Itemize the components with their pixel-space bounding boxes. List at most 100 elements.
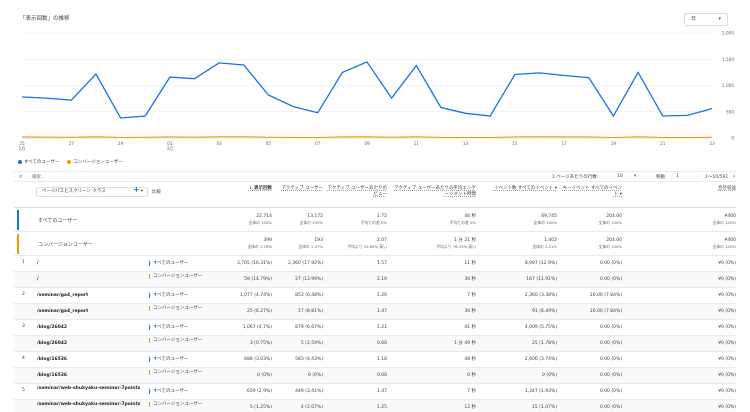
cell-value: 0.00 (0%) xyxy=(599,277,622,282)
table-cell: ¥400 全体の 100% xyxy=(710,214,736,226)
chart-title: 「表示回数」の推移 xyxy=(20,16,70,22)
column-header[interactable]: キーイベント すべてのイベント ▾ xyxy=(562,186,622,198)
table-row[interactable]: / コンバージョンユーザー 59 (14.79%) 27 (13.99%) 2.19 36… xyxy=(14,272,736,288)
y-tick-label: 2,000 xyxy=(722,31,734,36)
cell-value: 2,360 (17.92%) xyxy=(288,261,323,266)
chevron-right-icon[interactable]: › xyxy=(733,173,735,180)
legend-dot-icon xyxy=(67,159,72,164)
page-path[interactable]: /blog/16536 xyxy=(37,357,152,363)
table-row[interactable]: 1 /すべてのユーザー 3,705 (16.31%) 2,360 (17.92%) 1.… xyxy=(14,256,736,272)
cell-value: 2,360 (3.38%) xyxy=(524,293,557,298)
table-row[interactable]: 3/blog/26042 すべてのユーザー 1,067 (4.7%) 879 (6.6… xyxy=(14,320,736,336)
table-cell: ¥0 (0%) xyxy=(710,261,736,267)
table-cell: ¥0 (0%) xyxy=(710,405,736,411)
table-cell: 0.00 (0%) xyxy=(562,405,622,411)
legend-item-all-users[interactable]: すべてのユーザー xyxy=(18,159,59,165)
chevron-down-icon[interactable]: ▾ xyxy=(634,174,636,179)
granularity-select[interactable]: 日 ▾ xyxy=(684,13,728,26)
column-header[interactable]: ↓ 表示回数 xyxy=(222,186,272,192)
cell-value: 0 (0%) xyxy=(308,373,323,378)
cell-value: 36 秒 xyxy=(464,309,476,314)
table-cell: 91 (6.49%) xyxy=(481,309,557,315)
page-path[interactable]: / xyxy=(37,261,152,267)
table-cell: 1.47 xyxy=(327,389,387,395)
table-row[interactable]: 2/seminar/ga4_report すべてのユーザー 1,077 (4.74%… xyxy=(14,288,736,304)
table-cell: 11 秒 xyxy=(392,261,476,267)
table-row[interactable]: 4/blog/16536 すべてのユーザー 688 (3.03%) 583 (4.43… xyxy=(14,352,736,368)
cell-value: 16.00 (7.84%) xyxy=(589,309,622,314)
chevron-down-icon: ▾ xyxy=(140,189,143,194)
add-dimension-icon[interactable]: + xyxy=(133,185,140,194)
column-header[interactable]: イベント数 すべてのイベント ▾ xyxy=(481,186,557,192)
segment-chip: コンバージョンユーザー xyxy=(149,338,223,343)
page-path[interactable]: /seminar/web-shukyaku-seminar-7points xyxy=(37,402,152,408)
segment-color-bar xyxy=(17,234,19,254)
y-tick-label: 1,000 xyxy=(722,83,734,88)
table-cell: 36 秒 xyxy=(392,277,476,283)
column-header[interactable]: アクティブ ユーザーあたりの平均エンゲージメント時間 xyxy=(392,186,476,198)
page-path[interactable]: /seminar/ga4_report xyxy=(37,309,152,315)
cell-value: 583 (4.43%) xyxy=(295,357,323,362)
table-row[interactable]: /blog/16536 コンバージョンユーザー 0 (0%) 0 (0%) 0.00 0 … xyxy=(14,368,736,384)
cell-value: 1,077 (4.74%) xyxy=(239,293,272,298)
cell-value: ¥0 (0%) xyxy=(718,293,736,298)
cell-sub-value: 全体の 1.76% xyxy=(247,244,272,249)
table-cell: ¥0 (0%) xyxy=(710,373,736,379)
cell-value: 2,606 (3.74%) xyxy=(524,357,557,362)
table-cell: 2,360 (17.92%) xyxy=(275,261,323,267)
table-cell: 0.00 xyxy=(327,373,387,379)
cell-value: 0.00 (0%) xyxy=(599,357,622,362)
rows-per-page-select[interactable]: 10 xyxy=(617,174,623,179)
page-path[interactable]: /seminar/web-shukyaku-seminar-7points xyxy=(37,386,152,392)
dimension-select[interactable]: ページパスとスクリーン クラス ▾ xyxy=(36,187,148,197)
column-header[interactable]: アクティブ ユーザー xyxy=(275,186,323,192)
cell-value: 0.00 xyxy=(376,373,387,378)
cell-value: 4 (2.07%) xyxy=(300,405,323,410)
segment-chip: すべてのユーザー xyxy=(149,261,223,266)
table-row[interactable]: 5/seminar/web-shukyaku-seminar-7points すべ… xyxy=(14,384,736,400)
search-input[interactable] xyxy=(32,173,152,181)
page-path[interactable]: / xyxy=(37,277,152,283)
table-cell: 12 秒 xyxy=(392,405,476,411)
table-cell: 59 (14.79%) xyxy=(222,277,272,283)
table-cell: 853 (6.48%) xyxy=(275,293,323,299)
x-tick-label: 07 xyxy=(315,141,321,146)
column-header[interactable]: アクティブ ユーザーあたりのビュー xyxy=(327,186,387,198)
column-header[interactable]: 合計収益 xyxy=(710,186,736,192)
table-cell: 193 全体の 1.47% xyxy=(275,238,323,250)
cell-value: ¥0 (0%) xyxy=(718,405,736,410)
segment-name: コンバージョンユーザー xyxy=(38,242,93,248)
totals-row: コンバージョンユーザー 399 全体の 1.76% 193 全体の 1.47% 2.07 平… xyxy=(14,232,736,256)
page-path[interactable]: /blog/16536 xyxy=(37,373,152,379)
table-cell: ¥400 全体の 100% xyxy=(710,238,736,250)
cell-value: 2.07 xyxy=(376,238,387,243)
cell-value: 0.00 (0%) xyxy=(599,341,622,346)
page-path[interactable]: /blog/26042 xyxy=(37,325,152,331)
table-cell: 1 分 21 秒平均より 76.33% 高い xyxy=(392,238,476,250)
table-row[interactable]: /seminar/ga4_report コンバージョンユーザー 25 (6.27%)… xyxy=(14,304,736,320)
page-path[interactable]: /seminar/ga4_report xyxy=(37,293,152,299)
chevron-left-icon[interactable]: ‹ xyxy=(697,173,699,180)
cell-value: ¥0 (0%) xyxy=(718,325,736,330)
table-row[interactable]: /seminar/web-shukyaku-seminar-7points コンバ… xyxy=(14,400,736,412)
search-icon[interactable]: ⌕ xyxy=(19,173,22,181)
table-cell: 1.72 平均との差 0% xyxy=(327,214,387,226)
go-to-page-input[interactable]: 1 xyxy=(676,174,679,179)
legend-label: コンバージョンユーザー xyxy=(73,160,123,165)
cell-sub-value: 全体の 100% xyxy=(712,220,736,225)
x-tick-label: 15 xyxy=(512,141,518,146)
table-cell: 7 秒 xyxy=(392,293,476,299)
rows-per-page-label: 1 ページあたりの行数: xyxy=(552,175,599,180)
cell-sub-value: 平均との差 0% xyxy=(360,220,387,225)
cell-value: 399 xyxy=(263,238,272,243)
table-cell: 1 分 49 秒 xyxy=(392,341,476,347)
cell-value: 1 分 21 秒 xyxy=(454,238,476,243)
table-cell: 1,402 全体の 2.01% xyxy=(481,238,557,250)
cell-sub-value: 全体の 2.01% xyxy=(532,244,557,249)
table-cell: 0.00 (0%) xyxy=(562,261,622,267)
table-row[interactable]: /blog/26042 コンバージョンユーザー 3 (0.75%) 5 (2.59%)… xyxy=(14,336,736,352)
cell-value: 3 (0.75%) xyxy=(249,341,272,346)
page-path[interactable]: /blog/26042 xyxy=(37,341,152,347)
y-tick-label: 0 xyxy=(731,136,734,141)
legend-item-conversion-users[interactable]: コンバージョンユーザー xyxy=(67,159,123,165)
